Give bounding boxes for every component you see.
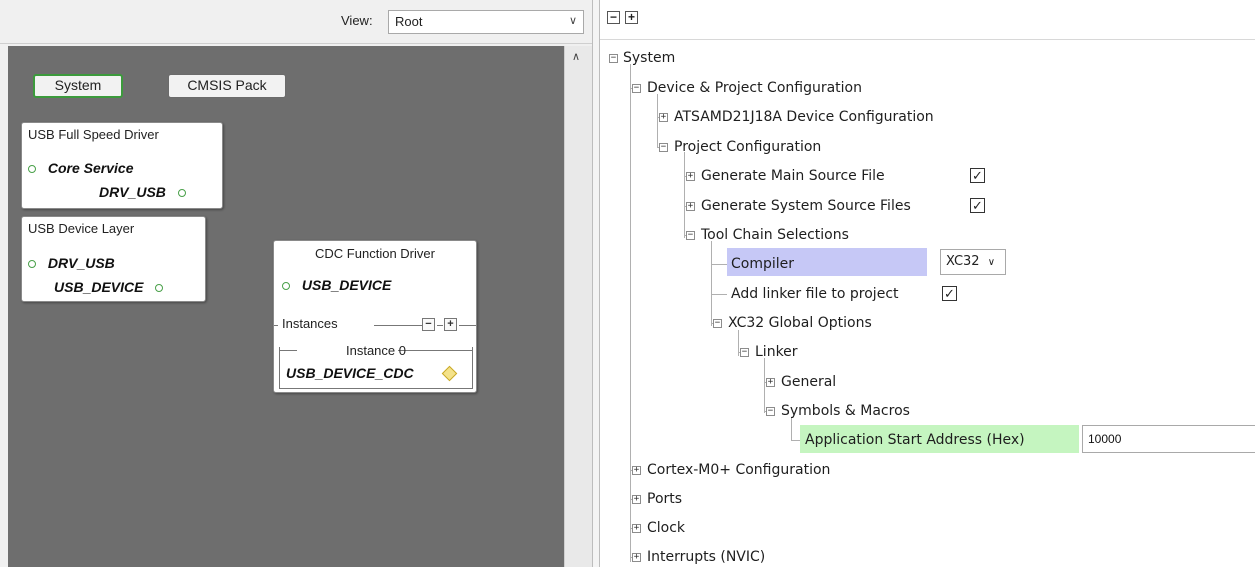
- node-title: USB Device Layer: [28, 221, 135, 236]
- port-dot-icon[interactable]: [28, 260, 36, 269]
- tree-item-cortex-m0-config[interactable]: Cortex-M0+ Configuration: [647, 461, 830, 479]
- tree-item-clock[interactable]: Clock: [647, 519, 685, 537]
- tree-item-compiler[interactable]: Compiler: [731, 255, 794, 273]
- graph-toolbar: View: Root ∨: [0, 0, 592, 44]
- system-button[interactable]: System: [33, 74, 123, 98]
- options-toolbar: − +: [600, 0, 1255, 40]
- tree-item-ports[interactable]: Ports: [647, 490, 682, 508]
- port-dot-icon[interactable]: [155, 284, 164, 293]
- expand-icon[interactable]: +: [632, 466, 641, 475]
- add-linker-file-checkbox[interactable]: ✓: [942, 286, 957, 301]
- view-select[interactable]: Root ∨: [388, 10, 584, 34]
- tree-item-generate-system-sources[interactable]: Generate System Source Files: [701, 197, 911, 215]
- usb-device-port-label: USB_DEVICE: [301, 277, 392, 293]
- collapse-icon[interactable]: −: [659, 143, 668, 152]
- expand-icon[interactable]: +: [632, 524, 641, 533]
- compiler-select[interactable]: XC32 ∨: [940, 249, 1006, 275]
- graph-canvas[interactable]: System CMSIS Pack USB Full Speed Driver …: [8, 46, 564, 567]
- tree-item-general[interactable]: General: [781, 373, 836, 391]
- collapse-icon[interactable]: −: [609, 54, 618, 63]
- collapse-icon[interactable]: −: [686, 231, 695, 240]
- core-service-port-label: Core Service: [47, 160, 134, 176]
- instance-value: USB_DEVICE_CDC: [286, 365, 414, 381]
- view-select-value: Root: [395, 14, 423, 29]
- add-instance-button[interactable]: +: [444, 318, 457, 331]
- usb-device-port-label: USB_DEVICE: [54, 279, 144, 295]
- instance-title: Instance 0: [346, 343, 406, 358]
- expand-icon[interactable]: +: [632, 495, 641, 504]
- tree-item-interrupts-nvic[interactable]: Interrupts (NVIC): [647, 548, 765, 566]
- drv-usb-port-label: DRV_USB: [47, 255, 115, 271]
- tree-item-atsamd21j18a-config[interactable]: ATSAMD21J18A Device Configuration: [674, 108, 934, 126]
- tree-item-generate-main-source[interactable]: Generate Main Source File: [701, 167, 885, 185]
- app-start-address-input[interactable]: 10000: [1082, 425, 1255, 453]
- chevron-down-icon: ∨: [987, 257, 996, 268]
- scroll-up-icon[interactable]: ∧: [572, 50, 580, 63]
- tree-item-symbols-macros[interactable]: Symbols & Macros: [781, 402, 910, 420]
- drv-usb-port-label: DRV_USB: [99, 184, 166, 200]
- instances-separator: Instances − +: [274, 316, 476, 332]
- cmsis-pack-button[interactable]: CMSIS Pack: [168, 74, 286, 98]
- tree-item-app-start-address[interactable]: Application Start Address (Hex): [805, 431, 1025, 449]
- collapse-icon[interactable]: −: [632, 84, 641, 93]
- tree-item-xc32-global-options[interactable]: XC32 Global Options: [728, 314, 872, 332]
- project-graph-pane: View: Root ∨ System CMSIS Pack USB Full …: [0, 0, 592, 567]
- port-dot-icon[interactable]: [282, 282, 290, 291]
- tree-item-project-config[interactable]: Project Configuration: [674, 138, 821, 156]
- port-dot-icon[interactable]: [177, 189, 186, 198]
- pane-splitter[interactable]: [592, 0, 600, 567]
- usb-device-layer-node[interactable]: USB Device Layer DRV_USB USB_DEVICE: [21, 216, 206, 302]
- vertical-scrollbar[interactable]: ∧: [564, 46, 592, 567]
- generate-main-source-checkbox[interactable]: ✓: [970, 168, 985, 183]
- compiler-select-value: XC32: [946, 254, 980, 269]
- tree-item-linker[interactable]: Linker: [755, 343, 798, 361]
- usb-full-speed-driver-node[interactable]: USB Full Speed Driver Core Service DRV_U…: [21, 122, 223, 209]
- tree-item-device-project-config[interactable]: Device & Project Configuration: [647, 79, 862, 97]
- instances-label: Instances: [282, 316, 338, 331]
- remove-instance-button[interactable]: −: [422, 318, 435, 331]
- expand-icon[interactable]: +: [659, 113, 668, 122]
- generate-system-sources-checkbox[interactable]: ✓: [970, 198, 985, 213]
- view-label: View:: [341, 13, 373, 28]
- node-title: USB Full Speed Driver: [28, 127, 159, 142]
- expand-icon[interactable]: +: [632, 553, 641, 562]
- tree-item-tool-chain-selections[interactable]: Tool Chain Selections: [701, 226, 849, 244]
- collapse-all-button[interactable]: −: [607, 11, 620, 24]
- configuration-options-pane: − + − − + − + + − − − + − + + + + System…: [600, 0, 1255, 567]
- collapse-icon[interactable]: −: [740, 348, 749, 357]
- expand-icon[interactable]: +: [766, 378, 775, 387]
- collapse-icon[interactable]: −: [766, 407, 775, 416]
- port-dot-icon[interactable]: [28, 165, 36, 174]
- tree-item-system[interactable]: System: [623, 49, 675, 67]
- chevron-down-icon: ∨: [568, 15, 577, 27]
- node-title: CDC Function Driver: [315, 246, 435, 261]
- collapse-icon[interactable]: −: [713, 319, 722, 328]
- expand-icon[interactable]: +: [686, 202, 695, 211]
- expand-all-button[interactable]: +: [625, 11, 638, 24]
- expand-icon[interactable]: +: [686, 172, 695, 181]
- tree-item-add-linker-file[interactable]: Add linker file to project: [731, 285, 899, 303]
